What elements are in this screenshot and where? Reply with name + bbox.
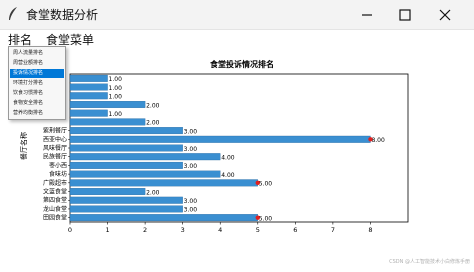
y-tick-label: 田园食堂: [43, 214, 67, 222]
y-tick-label: 枣小西: [49, 161, 67, 169]
bar-value-label: 3.00: [184, 128, 198, 135]
bar-value-label: 2.00: [146, 102, 160, 109]
y-axis-label: 餐厅名称: [19, 132, 28, 160]
feather-icon: [9, 7, 17, 20]
y-tick-label: 龙山食堂: [43, 205, 67, 213]
bar-value-label: 8.00: [371, 137, 385, 144]
bar: [69, 170, 221, 178]
bar-value-label: 1.00: [109, 111, 123, 118]
y-tick-label: 西亚中心: [43, 135, 67, 143]
menu-item-complaints[interactable]: 投诉情况排名: [10, 69, 64, 78]
menu-item-food-safety[interactable]: 食物安全排名: [10, 99, 64, 108]
menu-item-weekly-revenue[interactable]: 周营业额排名: [10, 59, 64, 68]
highlight-marker: [255, 215, 260, 220]
bar-value-label: 2.00: [146, 120, 160, 127]
chart-title: 食堂投诉情况排名: [210, 59, 274, 69]
bar-value-label: 3.00: [184, 163, 198, 170]
bar: [69, 188, 146, 195]
x-tick-label: 3: [181, 226, 185, 234]
bar: [69, 205, 183, 213]
title-bar: 食堂数据分析: [0, 0, 474, 30]
bar: [69, 179, 258, 187]
complaint-ranking-chart: 食堂投诉情况排名 餐厅名称 1.00 1.00 1.00 2.00 1.00 2.00 3.…: [19, 59, 409, 234]
watermark: CSDN @人工智能技术小白修炼手册: [389, 259, 470, 265]
close-icon[interactable]: [434, 4, 456, 26]
x-tick-label: 7: [331, 226, 335, 234]
bar-value-label: 5.00: [259, 181, 273, 188]
bar: [69, 74, 108, 82]
bar: [69, 83, 108, 91]
maximize-icon[interactable]: [394, 4, 416, 26]
y-tick-label: 广殿超市: [43, 179, 67, 187]
chart-container: 食堂投诉情况排名 餐厅名称 1.00 1.00 1.00 2.00 1.00 2.00 3.…: [0, 50, 474, 268]
ranking-dropdown-menu: 周人流量排名 周营业额排名 投诉情况排名 环境打分排名 饮食习惯排名 食物安全排…: [8, 46, 66, 120]
bar: [69, 153, 221, 161]
bar-value-label: 1.00: [109, 94, 123, 101]
x-tick-label: 5: [256, 226, 260, 234]
y-tick-label: 风味餐厅: [43, 144, 67, 152]
x-tick-label: 6: [293, 226, 297, 234]
bar: [69, 144, 183, 152]
x-tick-label: 4: [218, 226, 222, 234]
x-tick-label: 0: [68, 226, 72, 234]
x-tick-label: 2: [143, 226, 147, 234]
x-tick-label: 8: [368, 226, 372, 234]
bar-value-label: 1.00: [109, 85, 123, 92]
menu-item-eating-habits[interactable]: 饮食习惯排名: [10, 89, 64, 98]
bar-value-label: 1.00: [109, 76, 123, 83]
bar: [69, 161, 183, 169]
y-tick-label: 紫荆餐厅: [43, 127, 67, 135]
bar: [69, 196, 183, 204]
y-tick-label: 文蓝食堂: [43, 188, 67, 196]
y-tick-label: 民族餐厅: [43, 153, 67, 161]
bar-value-label: 4.00: [221, 172, 235, 179]
highlight-marker: [255, 180, 260, 186]
plot-area: 1.00 1.00 1.00 2.00 1.00 2.00 3.00 8.00 3.00 4.00…: [43, 73, 409, 234]
y-tick-label: 第四食堂: [43, 196, 67, 204]
x-tick-label: 1: [105, 226, 109, 234]
y-tick-label: 食味坊: [49, 170, 67, 178]
bar: [69, 135, 371, 143]
bar-value-label: 4.00: [221, 155, 235, 162]
bar-value-label: 3.00: [184, 198, 198, 205]
menu-item-nutrition-balance[interactable]: 营养均衡排名: [10, 109, 64, 118]
bar-value-label: 3.00: [184, 146, 198, 153]
bar: [69, 118, 146, 126]
bar: [69, 214, 258, 222]
highlight-marker: [368, 137, 373, 142]
bar: [69, 101, 146, 108]
bar: [69, 92, 108, 100]
bar-value-label: 2.00: [146, 189, 160, 196]
menu-item-environment-score[interactable]: 环境打分排名: [10, 79, 64, 88]
menu-item-weekly-traffic[interactable]: 周人流量排名: [10, 49, 64, 58]
bar-value-label: 3.00: [184, 207, 198, 214]
menu-bar: 排名 食堂菜单: [0, 30, 474, 48]
bar: [69, 127, 183, 135]
bar: [69, 109, 108, 117]
minimize-icon[interactable]: [356, 4, 378, 26]
window-title: 食堂数据分析: [26, 8, 99, 22]
bar-value-label: 5.00: [259, 215, 273, 222]
